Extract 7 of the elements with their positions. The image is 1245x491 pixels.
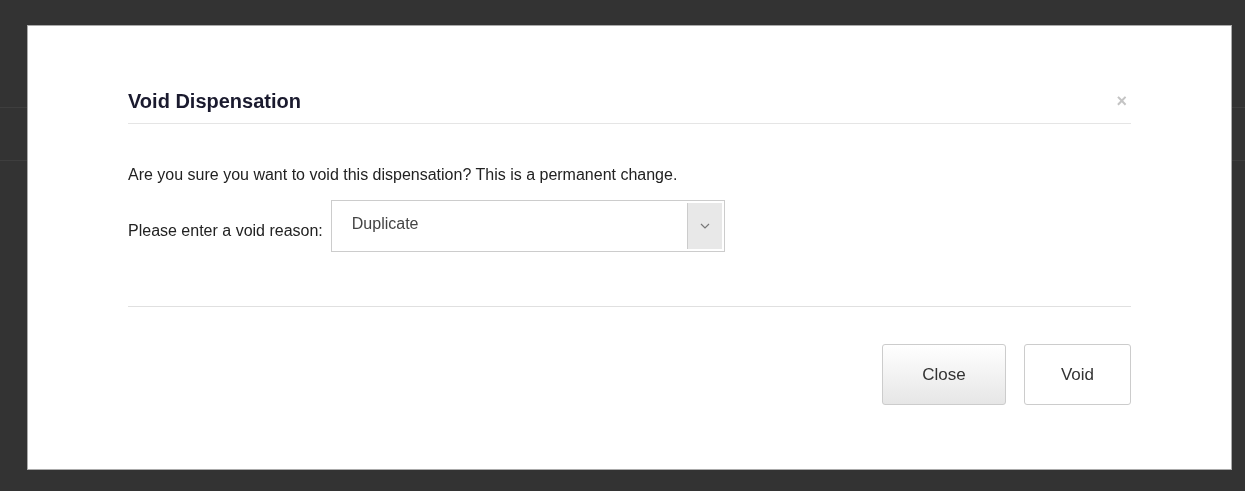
reason-dropdown[interactable]: Duplicate — [330, 200, 725, 252]
chevron-down-icon — [699, 223, 710, 229]
field-label: Please enter a void reason: — [128, 222, 323, 240]
dialog-title: Void Dispensation — [128, 90, 301, 113]
close-button[interactable]: Close — [882, 344, 1006, 405]
void-button[interactable]: Void — [1024, 344, 1131, 405]
confirmation-message: Are you sure you want to void this dispensation? This is a permanent change. — [128, 166, 679, 184]
